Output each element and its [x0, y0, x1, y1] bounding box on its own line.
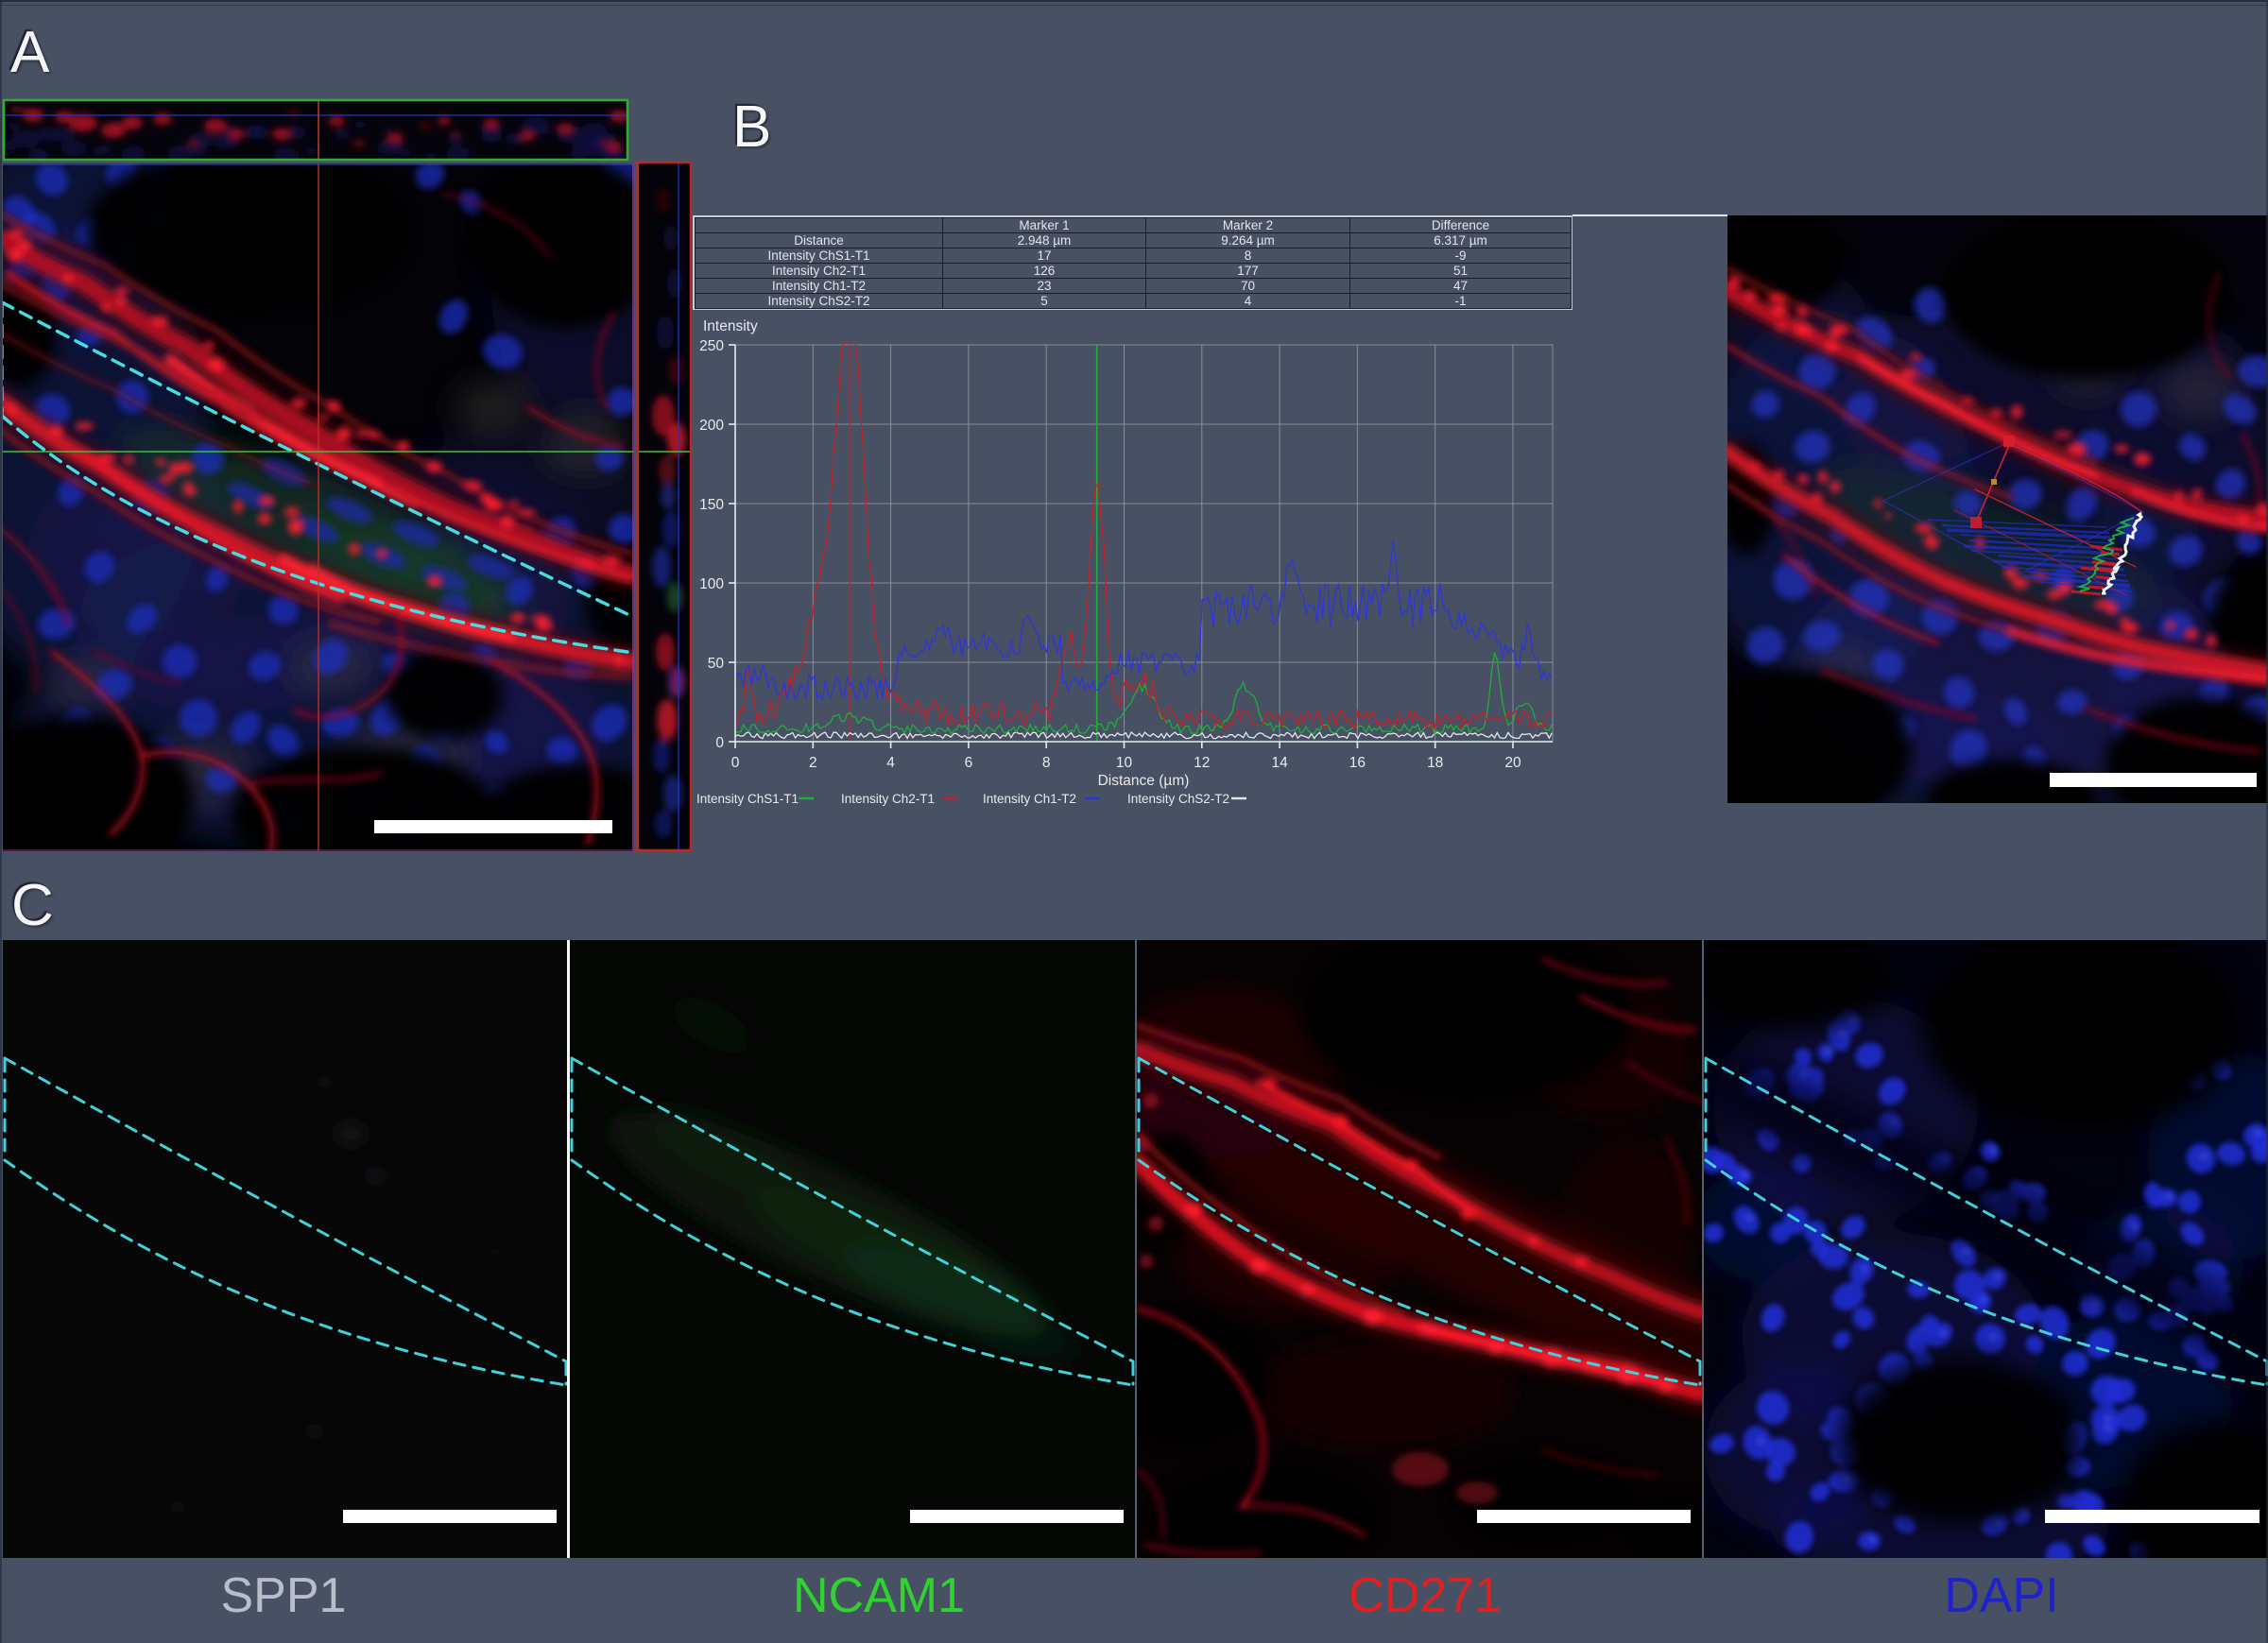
- svg-text:250: 250: [699, 338, 724, 354]
- svg-text:4: 4: [886, 755, 895, 771]
- svg-text:8: 8: [1042, 755, 1051, 771]
- svg-text:2: 2: [809, 755, 817, 771]
- svg-text:Intensity: Intensity: [703, 318, 758, 334]
- svg-text:Distance (µm): Distance (µm): [1098, 773, 1190, 789]
- svg-text:50: 50: [708, 656, 725, 672]
- svg-text:100: 100: [699, 576, 724, 592]
- svg-text:Intensity Ch1-T2: Intensity Ch1-T2: [983, 792, 1076, 806]
- svg-text:200: 200: [699, 418, 724, 434]
- svg-text:16: 16: [1349, 755, 1366, 771]
- svg-text:Intensity Ch2-T1: Intensity Ch2-T1: [841, 792, 935, 806]
- svg-text:20: 20: [1504, 755, 1521, 771]
- svg-text:Intensity ChS1-T1: Intensity ChS1-T1: [696, 792, 799, 806]
- svg-text:10: 10: [1116, 755, 1133, 771]
- svg-text:12: 12: [1194, 755, 1210, 771]
- svg-text:14: 14: [1271, 755, 1288, 771]
- svg-text:18: 18: [1427, 755, 1443, 771]
- svg-text:0: 0: [715, 735, 724, 751]
- svg-text:150: 150: [699, 497, 724, 513]
- svg-text:6: 6: [965, 755, 973, 771]
- svg-text:0: 0: [731, 755, 740, 771]
- svg-text:Intensity ChS2-T2: Intensity ChS2-T2: [1127, 792, 1229, 806]
